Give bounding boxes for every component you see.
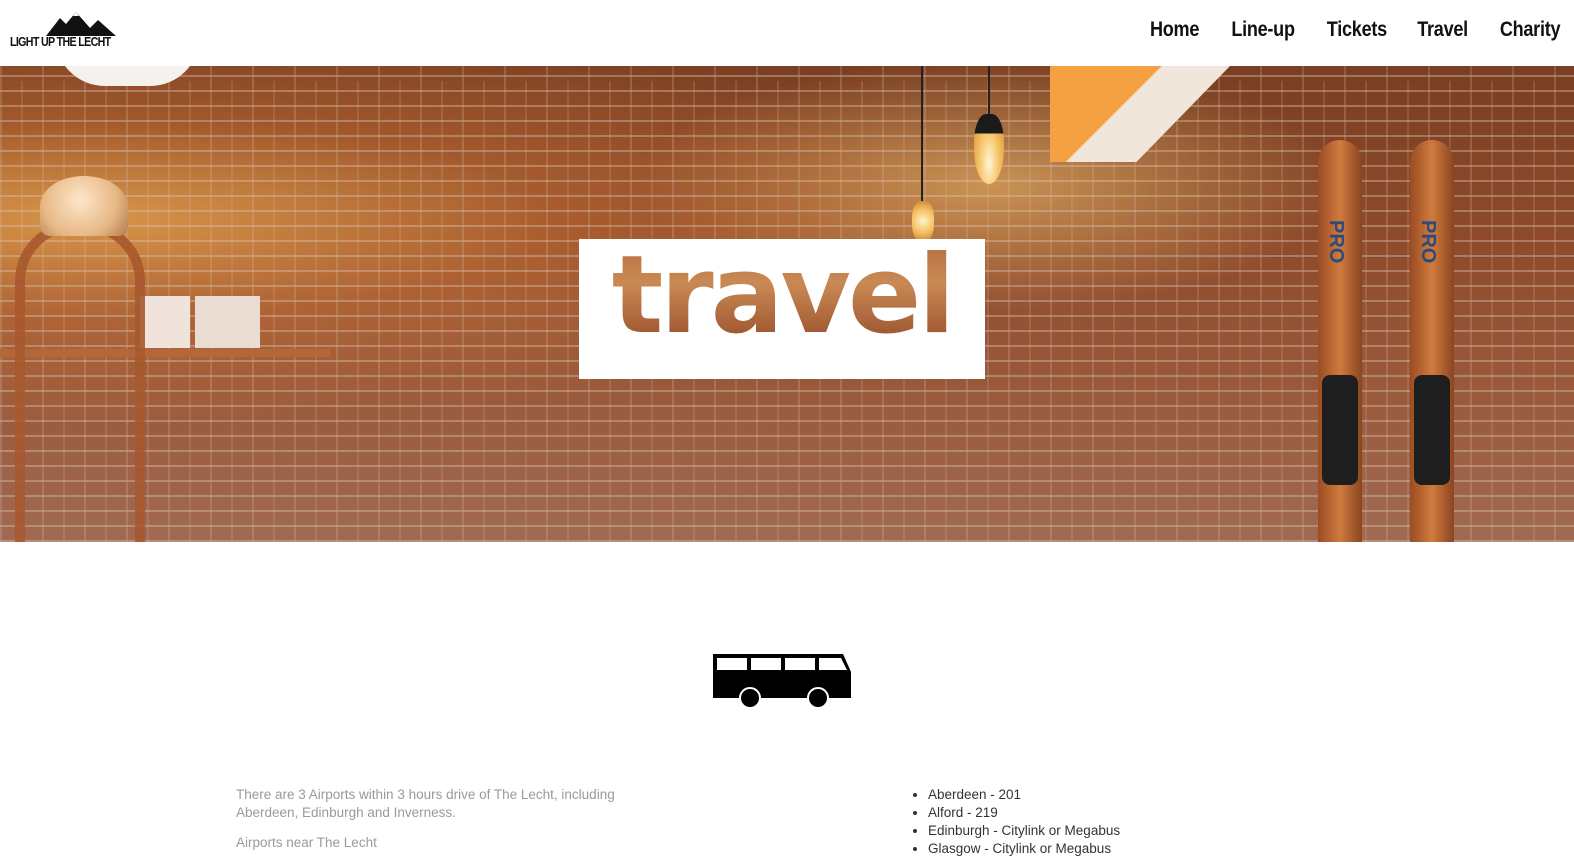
bus-routes: Aberdeen - 201 Alford - 219 Edinburgh - …	[911, 786, 1211, 858]
airports-heading: Airports near The Lecht	[236, 835, 377, 850]
page-title: travel	[579, 233, 985, 358]
ski-binding	[1322, 375, 1358, 485]
site-header: LIGHT UP THE LECHT Home Line-up Tickets …	[0, 0, 1574, 66]
lamp-cord	[921, 66, 923, 206]
ski-left: PRO	[1318, 140, 1362, 542]
nav-line-up[interactable]: Line-up	[1232, 18, 1296, 42]
glass-globe	[40, 176, 128, 236]
ski-right: PRO	[1410, 140, 1454, 542]
lamp-cord	[988, 66, 990, 116]
shelf-boxes	[140, 296, 260, 348]
ski-label: PRO	[1417, 220, 1439, 264]
bus-route-list: Aberdeen - 201 Alford - 219 Edinburgh - …	[911, 786, 1211, 858]
wooden-stand	[15, 221, 145, 542]
mountain-logo-icon	[46, 12, 116, 36]
main-nav: Home Line-up Tickets Travel Charity	[1120, 18, 1560, 42]
nav-tickets[interactable]: Tickets	[1327, 18, 1387, 42]
list-item: Aberdeen - 201	[928, 786, 1211, 804]
hero-title-box: travel	[579, 233, 985, 379]
logo-text: LIGHT UP THE LECHT	[10, 34, 111, 49]
logo[interactable]: LIGHT UP THE LECHT	[10, 10, 120, 52]
travel-intro: There are 3 Airports within 3 hours driv…	[236, 786, 636, 864]
bus-icon	[713, 654, 851, 709]
list-item: Alford - 219	[928, 804, 1211, 822]
list-item: Edinburgh - Citylink or Megabus	[928, 822, 1211, 840]
nav-travel[interactable]: Travel	[1417, 18, 1468, 42]
nav-home[interactable]: Home	[1150, 18, 1199, 42]
light-bulb	[974, 114, 1004, 184]
ski-label: PRO	[1325, 220, 1347, 264]
list-item: Glasgow - Citylink or Megabus	[928, 840, 1211, 858]
hero-banner: PRO PRO travel	[0, 66, 1574, 542]
ski-binding	[1414, 375, 1450, 485]
intro-paragraph: There are 3 Airports within 3 hours driv…	[236, 787, 615, 820]
nav-charity[interactable]: Charity	[1500, 18, 1561, 42]
